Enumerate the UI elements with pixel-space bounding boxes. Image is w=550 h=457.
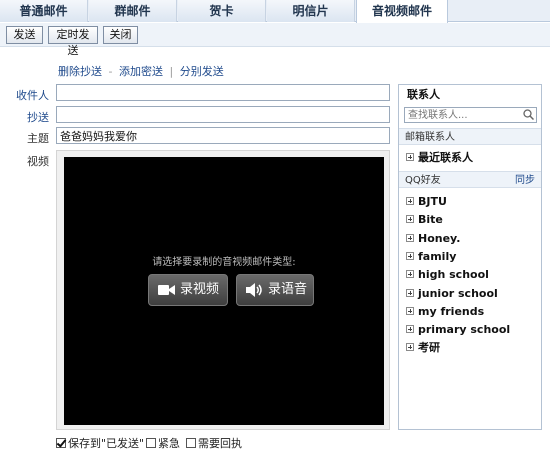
recipient-options-links: 删除抄送 - 添加密送 | 分别发送 <box>58 63 224 79</box>
remove-cc-link[interactable]: 删除抄送 <box>58 65 102 78</box>
link-separator: - <box>108 65 113 78</box>
expand-icon[interactable] <box>406 289 414 297</box>
save-sent-checkbox[interactable] <box>56 438 66 448</box>
tab-bar: 普通邮件 群邮件 贺卡 明信片 音视频邮件 <box>0 0 550 23</box>
contact-group-item[interactable]: family <box>406 249 456 265</box>
receipt-checkbox[interactable] <box>186 438 196 448</box>
video-label: 视频 <box>27 155 49 168</box>
cc-field[interactable] <box>56 106 390 123</box>
contact-group-item[interactable]: Bite <box>406 212 443 228</box>
record-video-label: 录视频 <box>180 282 220 297</box>
subject-label: 主题 <box>27 132 49 145</box>
contacts-title: 联系人 <box>407 88 440 101</box>
contact-group-label: primary school <box>418 323 511 336</box>
record-video-button[interactable]: 录视频 <box>148 274 228 306</box>
send-button[interactable]: 发送 <box>6 26 43 44</box>
contact-group-item[interactable]: my friends <box>406 304 484 320</box>
tab-postcard[interactable]: 明信片 <box>267 0 355 22</box>
contact-group-label: my friends <box>418 305 485 318</box>
search-icon[interactable] <box>523 109 534 120</box>
close-button[interactable]: 关闭 <box>103 26 138 44</box>
contact-group-label: family <box>418 250 457 263</box>
to-label[interactable]: 收件人 <box>0 87 49 103</box>
record-audio-label: 录语音 <box>268 282 308 297</box>
urgent-label: 紧急 <box>158 437 180 450</box>
tab-video-mail[interactable]: 音视频邮件 <box>356 0 448 23</box>
expand-icon[interactable] <box>406 234 414 242</box>
save-sent-option[interactable]: 保存到"已发送" <box>56 437 144 451</box>
cc-label[interactable]: 抄送 <box>0 109 49 125</box>
receipt-label: 需要回执 <box>198 437 242 450</box>
urgent-checkbox[interactable] <box>146 438 156 448</box>
contact-group-label: Bite <box>418 213 443 226</box>
sync-link[interactable]: 同步 <box>515 172 535 189</box>
mail-contacts-section: 邮箱联系人 <box>399 128 541 145</box>
tab-normal-mail[interactable]: 普通邮件 <box>0 0 88 22</box>
save-sent-label: 保存到"已发送" <box>68 437 145 450</box>
qq-friends-section: QQ好友 同步 <box>399 171 541 188</box>
mail-contacts-label: 邮箱联系人 <box>405 132 455 143</box>
urgent-option[interactable]: 紧急 <box>146 437 180 451</box>
tab-group-mail[interactable]: 群邮件 <box>89 0 177 22</box>
contact-group-label: 考研 <box>418 341 440 354</box>
add-bcc-link[interactable]: 添加密送 <box>119 65 163 78</box>
expand-icon[interactable] <box>406 343 414 351</box>
subject-field[interactable] <box>56 127 390 144</box>
contact-group-item[interactable]: BJTU <box>406 194 447 210</box>
contact-search-input[interactable] <box>404 107 537 123</box>
record-audio-button[interactable]: 录语音 <box>236 274 314 306</box>
contact-group-item[interactable]: primary school <box>406 322 510 338</box>
expand-icon[interactable] <box>406 215 414 223</box>
link-separator: | <box>169 65 174 78</box>
tab-greeting-card[interactable]: 贺卡 <box>178 0 266 22</box>
contact-group-recent[interactable]: 最近联系人 <box>406 150 473 166</box>
contact-group-item[interactable]: Honey. <box>406 231 460 247</box>
contact-group-item[interactable]: high school <box>406 267 489 283</box>
toolbar: 发送 定时发送 关闭 <box>0 23 550 57</box>
expand-icon[interactable] <box>406 153 414 161</box>
contact-group-label: BJTU <box>418 195 447 208</box>
to-field[interactable] <box>56 84 390 101</box>
expand-icon[interactable] <box>406 325 414 333</box>
camera-icon <box>158 285 175 295</box>
expand-icon[interactable] <box>406 197 414 205</box>
contact-group-item[interactable]: 考研 <box>406 340 440 356</box>
contacts-panel: 联系人 邮箱联系人 最近联系人 QQ好友 同步 BJTU Bite Honey.… <box>398 84 542 430</box>
scheduled-send-button[interactable]: 定时发送 <box>48 26 98 57</box>
contact-group-label: junior school <box>418 287 498 300</box>
contact-group-item[interactable]: junior school <box>406 286 498 302</box>
qq-friends-label: QQ好友 <box>405 175 441 186</box>
contact-group-label: Honey. <box>418 232 461 245</box>
video-recorder-panel: 请选择要录制的音视频邮件类型: 录视频 录语音 <box>64 157 384 425</box>
expand-icon[interactable] <box>406 307 414 315</box>
video-prompt: 请选择要录制的音视频邮件类型: <box>152 257 296 268</box>
contact-group-label: high school <box>418 268 489 281</box>
expand-icon[interactable] <box>406 270 414 278</box>
expand-icon[interactable] <box>406 252 414 260</box>
contact-group-label: 最近联系人 <box>418 151 473 164</box>
receipt-option[interactable]: 需要回执 <box>186 437 242 451</box>
separate-send-link[interactable]: 分别发送 <box>180 65 224 78</box>
speaker-icon <box>246 283 262 297</box>
